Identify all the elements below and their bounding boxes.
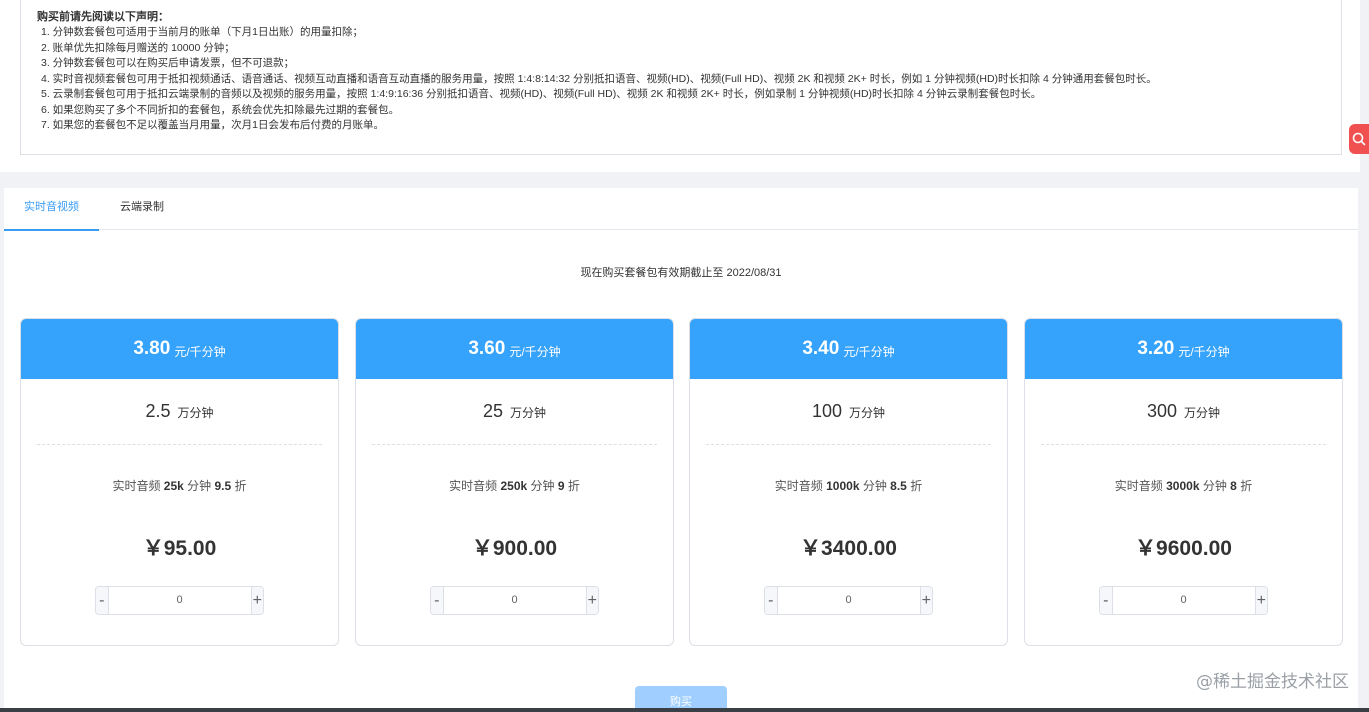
increment-button[interactable]: + — [250, 587, 263, 614]
price-unit: 元/千分钟 — [1178, 344, 1230, 359]
desc-mid: 分钟 — [183, 479, 215, 493]
quantity-input[interactable] — [108, 587, 251, 614]
package-card: 3.60 元/千分钟 25 万分钟 实时音频 250k 分钟 9 折 ￥900.… — [355, 318, 674, 646]
card-divider — [706, 444, 991, 445]
notice-line-2: 2. 账单优先扣除每月赠送的 10000 分钟； — [41, 41, 235, 54]
desc-discount: 8 — [1230, 479, 1237, 493]
package-total-price: ￥3400.00 — [800, 537, 897, 560]
desc-suffix: 折 — [231, 479, 247, 493]
notice-line-6: 6. 如果您购买了多个不同折扣的套餐包，系统会优先扣除最先过期的套餐包。 — [41, 103, 400, 116]
unit-price: 3.60 — [468, 338, 506, 359]
card-header: 3.60 元/千分钟 — [356, 319, 673, 379]
desc-minutes: 3000k — [1166, 479, 1200, 493]
desc-mid: 分钟 — [1199, 479, 1231, 493]
decrement-button[interactable]: - — [96, 587, 109, 614]
notice-line-1: 1. 分钟数套餐包可适用于当前月的账单（下月1日出账）的用量扣除； — [41, 26, 364, 38]
quantity-stepper: - + — [1099, 586, 1268, 615]
desc-discount: 9.5 — [214, 479, 232, 493]
price-unit: 元/千分钟 — [174, 344, 226, 359]
package-total-price: ￥95.00 — [142, 537, 217, 560]
floating-search-button[interactable] — [1349, 124, 1369, 154]
amount-value: 2.5 — [145, 401, 171, 421]
notice-line-4: 4. 实时音视频套餐包可用于抵扣视频通话、语音通话、视频互动直播和语音互动直播的… — [41, 72, 1157, 85]
validity-text: 现在购买套餐包有效期截止至 2022/08/31 — [580, 267, 782, 279]
package-description: 实时音频 1000k 分钟 8.5 折 — [690, 477, 1007, 494]
quantity-stepper: - + — [95, 586, 264, 615]
increment-button[interactable]: + — [919, 587, 932, 614]
decrement-button[interactable]: - — [431, 587, 444, 614]
price-unit: 元/千分钟 — [843, 344, 895, 359]
amount-value: 300 — [1146, 401, 1177, 421]
desc-discount: 8.5 — [890, 479, 907, 493]
package-description: 实时音频 25k 分钟 9.5 折 — [21, 477, 338, 494]
amount-value: 100 — [811, 401, 842, 421]
quantity-stepper: - + — [764, 586, 933, 615]
package-amount: 300 万分钟 — [1025, 401, 1342, 422]
unit-price: 3.80 — [133, 338, 171, 359]
desc-prefix: 实时音频 — [112, 479, 164, 493]
notice-line-7: 7. 如果您的套餐包不足以覆盖当月用量，次月1日会发布后付费的月账单。 — [41, 119, 385, 131]
tab-cloud-recording[interactable]: 云端录制 — [120, 188, 164, 230]
amount-unit: 万分钟 — [849, 406, 886, 420]
amount-unit: 万分钟 — [177, 406, 214, 420]
quantity-input[interactable] — [777, 587, 920, 614]
decrement-button[interactable]: - — [765, 587, 778, 614]
desc-prefix: 实时音频 — [1114, 479, 1167, 493]
desc-mid: 分钟 — [859, 479, 891, 493]
card-divider — [37, 444, 322, 445]
card-header: 3.20 元/千分钟 — [1025, 319, 1342, 379]
package-panel: 实时音视频 云端录制 现在购买套餐包有效期截止至 2022/08/31 3.80… — [4, 188, 1358, 712]
card-header: 3.80 元/千分钟 — [21, 319, 338, 379]
desc-suffix: 折 — [1236, 479, 1253, 493]
desc-minutes: 25k — [163, 479, 184, 493]
package-amount: 2.5 万分钟 — [21, 401, 338, 422]
unit-price: 3.20 — [1137, 338, 1175, 359]
bottom-bar — [0, 708, 1369, 712]
tab-bar: 实时音视频 云端录制 — [4, 188, 1358, 231]
desc-discount: 9 — [557, 479, 565, 493]
quantity-input[interactable] — [1112, 587, 1255, 614]
increment-button[interactable]: + — [585, 587, 598, 614]
notice-line-3: 3. 分钟数套餐包可以在购买后申请发票，但不可退款； — [41, 57, 295, 69]
amount-unit: 万分钟 — [510, 406, 547, 420]
quantity-input[interactable] — [443, 587, 586, 614]
package-description: 实时音频 3000k 分钟 8 折 — [1025, 477, 1342, 494]
increment-button[interactable]: + — [1254, 587, 1267, 614]
card-divider — [372, 444, 657, 445]
notice-title: 购买前请先阅读以下声明： — [37, 11, 169, 23]
quantity-stepper: - + — [430, 586, 599, 615]
desc-prefix: 实时音频 — [774, 479, 827, 493]
desc-mid: 分钟 — [527, 479, 558, 493]
notice-section: 购买前请先阅读以下声明： 1. 分钟数套餐包可适用于当前月的账单（下月1日出账）… — [0, 0, 1360, 172]
package-amount: 100 万分钟 — [690, 401, 1007, 422]
notice-line-5: 5. 云录制套餐包可用于抵扣云端录制的音频以及视频的服务用量，按照 1:4:9:… — [41, 88, 1042, 100]
desc-minutes: 1000k — [826, 479, 860, 493]
card-divider — [1041, 444, 1326, 445]
unit-price: 3.40 — [802, 338, 840, 359]
package-card: 3.80 元/千分钟 2.5 万分钟 实时音频 25k 分钟 9.5 折 ￥95… — [20, 318, 339, 646]
desc-suffix: 折 — [906, 479, 923, 493]
amount-unit: 万分钟 — [1184, 406, 1221, 420]
notice-box: 购买前请先阅读以下声明： 1. 分钟数套餐包可适用于当前月的账单（下月1日出账）… — [20, 0, 1342, 155]
desc-prefix: 实时音频 — [449, 479, 501, 493]
package-total-price: ￥900.00 — [471, 537, 558, 560]
decrement-button[interactable]: - — [1100, 587, 1113, 614]
tab-rtc[interactable]: 实时音视频 — [4, 188, 99, 231]
package-description: 实时音频 250k 分钟 9 折 — [356, 477, 673, 494]
desc-suffix: 折 — [564, 479, 580, 493]
desc-minutes: 250k — [500, 479, 528, 493]
card-header: 3.40 元/千分钟 — [690, 319, 1007, 379]
package-card: 3.20 元/千分钟 300 万分钟 实时音频 3000k 分钟 8 折 ￥96… — [1024, 318, 1343, 646]
watermark: @稀土掘金技术社区 — [1196, 672, 1349, 692]
package-amount: 25 万分钟 — [356, 401, 673, 422]
package-card: 3.40 元/千分钟 100 万分钟 实时音频 1000k 分钟 8.5 折 ￥… — [689, 318, 1008, 646]
search-icon — [1352, 132, 1366, 146]
price-unit: 元/千分钟 — [509, 344, 561, 359]
package-total-price: ￥9600.00 — [1135, 537, 1232, 560]
amount-value: 25 — [482, 401, 503, 421]
